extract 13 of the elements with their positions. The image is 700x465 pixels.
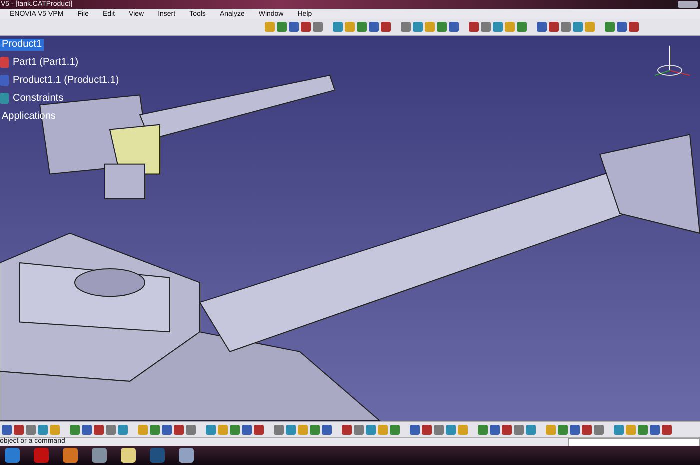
taskbar-app-icon[interactable]: [121, 448, 136, 463]
taskbar-app-icon[interactable]: [63, 448, 78, 463]
window-controls-icon[interactable]: [678, 1, 698, 8]
tree-item[interactable]: Product1: [0, 38, 44, 50]
tree-item[interactable]: Constraints: [11, 92, 66, 104]
taskbar-app-icon[interactable]: [92, 448, 107, 463]
taskbar-app-icon[interactable]: [179, 448, 194, 463]
part-icon: [0, 75, 9, 86]
part-icon: [0, 57, 9, 68]
tree-item[interactable]: Part1 (Part1.1): [11, 56, 81, 68]
tree-item[interactable]: Product1.1 (Product1.1): [11, 74, 122, 86]
constraints-icon: [0, 93, 9, 104]
compass-icon[interactable]: [654, 45, 690, 76]
